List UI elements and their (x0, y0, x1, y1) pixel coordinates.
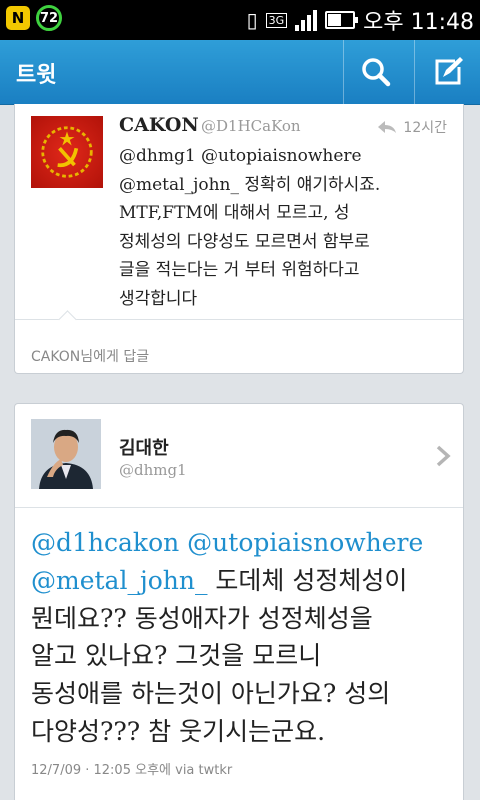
tweet-text-line: @d1hcakon @utopiaisnowhere (31, 524, 456, 562)
tweet-text-line: 다양성??? 참 웃기시는군요. (31, 716, 326, 746)
tweet-text-line: 알고 있나요? 그것을 모르니 (31, 641, 322, 671)
tweet-text-segment: 도데체 성정체성이 (215, 565, 408, 595)
reply-arrow-icon (378, 121, 397, 133)
tweet-time: 12시간 (377, 117, 447, 137)
status-clock: 오후 11:48 (363, 10, 474, 35)
hammer-sickle-icon (41, 126, 93, 178)
avatar[interactable] (31, 419, 101, 489)
tweet-text: @d1hcakon @utopiaisnowhere @metal_john_ … (31, 524, 456, 751)
status-bar: N 72 ▯ 3G 오후 11:48 (0, 0, 480, 40)
network-type: 3G (265, 12, 288, 28)
tweet-text-line: 뭔데요?? 동성애자가 성정체성을 (31, 603, 373, 633)
tweet-text-line: @dhmg1 @utopiaisnowhere (119, 146, 362, 166)
author-name[interactable]: 김대한 (119, 434, 169, 460)
notification-n-icon: N (6, 6, 30, 30)
signal-icon (295, 9, 318, 31)
tweet-text-line: @metal_john_ 정확히 얘기하시죠. (119, 174, 381, 195)
mention-link[interactable]: @d1hcakon (31, 528, 179, 557)
tweet-text-line: 생각합니다 (119, 288, 198, 309)
compose-button[interactable] (414, 40, 480, 104)
author-handle: @D1HCaKon (201, 117, 301, 135)
reply-to-link[interactable]: CAKON님에게 답글 (31, 346, 149, 366)
tweet-meta: 12/7/09 · 12:05 오후에 via twtkr (31, 763, 233, 778)
vibrate-icon: ▯ (246, 8, 258, 32)
battery-percent-icon: 72 (36, 5, 62, 31)
tweet-time-label: 12시간 (403, 120, 447, 136)
chevron-right-icon[interactable] (433, 444, 453, 468)
divider (15, 319, 463, 320)
person-photo-icon (31, 419, 101, 489)
tweet-card[interactable]: CAKON @D1HCaKon 12시간 @dhmg1 @utopiaisnow… (14, 104, 464, 374)
author-handle: @dhmg1 (119, 461, 187, 479)
avatar[interactable] (31, 116, 103, 188)
tweet-text-line: MTF,FTM에 대해서 모르고, 성 (119, 203, 350, 223)
reply-pointer (58, 310, 77, 329)
app-header: 트윗 (0, 40, 480, 105)
tweet-text-line: 글을 적는다는 거 부터 위험하다고 (119, 260, 360, 280)
compose-icon (435, 57, 463, 85)
battery-icon (325, 11, 359, 29)
page-title: 트윗 (16, 63, 57, 88)
search-icon (362, 58, 391, 87)
tweet-detail-card: 김대한 @dhmg1 @d1hcakon @utopiaisnowhere @m… (14, 403, 464, 800)
divider (15, 507, 463, 508)
search-button[interactable] (343, 40, 408, 104)
author-name[interactable]: CAKON (119, 114, 199, 136)
tweet-text-line: 동성애를 하는것이 아닌가요? 성의 (31, 679, 391, 709)
mention-link[interactable]: @metal_john_ (31, 566, 207, 595)
tweet-text: @dhmg1 @utopiaisnowhere @metal_john_ 정확히… (119, 142, 455, 313)
tweet-text-line: @metal_john_ 도데체 성정체성이 (31, 562, 456, 600)
mention-link[interactable]: @utopiaisnowhere (187, 528, 423, 557)
tweet-text-line: 정체성의 다양성도 모르면서 함부로 (119, 231, 370, 252)
